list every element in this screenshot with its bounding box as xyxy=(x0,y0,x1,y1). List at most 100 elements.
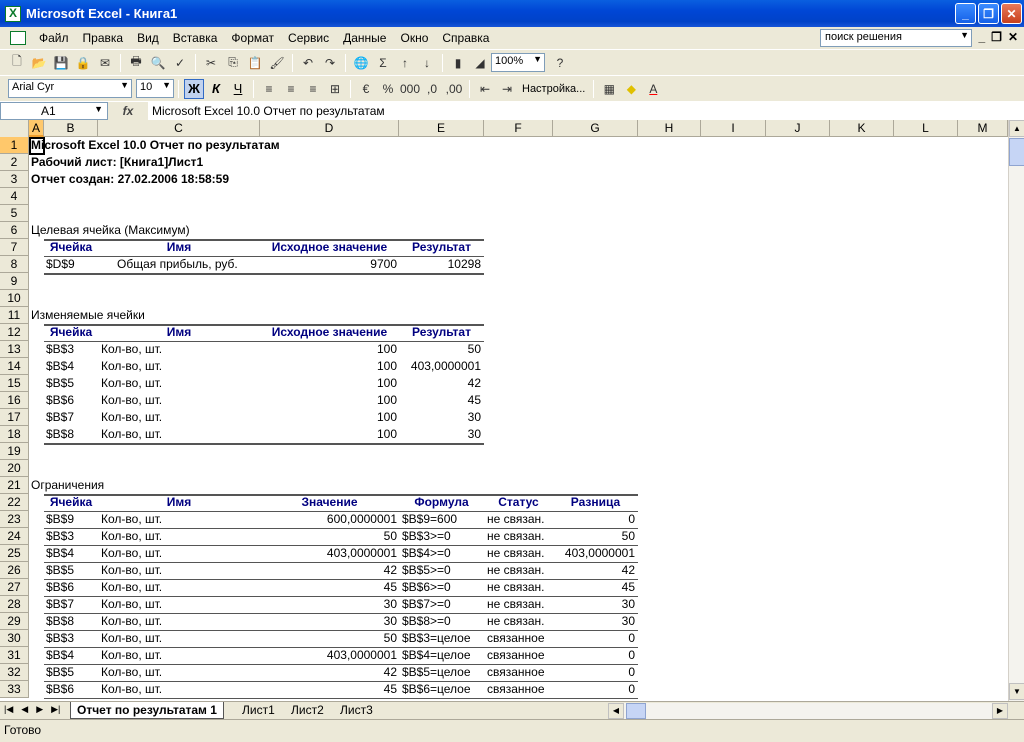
cell-ref[interactable]: $B$4 xyxy=(46,358,74,375)
constraint-value[interactable]: 30 xyxy=(260,596,397,613)
tab-sheet1[interactable]: Лист1 xyxy=(236,702,281,719)
decrease-indent-icon[interactable]: ⇤ xyxy=(476,80,494,98)
last-sheet-icon[interactable]: ▶| xyxy=(51,704,60,715)
row-header-26[interactable]: 26 xyxy=(0,562,29,579)
cell-name[interactable]: Кол-во, шт. xyxy=(101,579,162,596)
first-sheet-icon[interactable]: |◀ xyxy=(4,704,13,715)
column-label[interactable]: Разница xyxy=(553,494,638,511)
cell-name[interactable]: Кол-во, шт. xyxy=(101,392,162,409)
hyperlink-icon[interactable]: 🌐 xyxy=(352,54,370,72)
menu-insert[interactable]: Вставка xyxy=(166,31,225,45)
cell-ref[interactable]: $B$5 xyxy=(46,375,74,392)
row-header-3[interactable]: 3 xyxy=(0,171,29,188)
constraint-slack[interactable]: 45 xyxy=(553,579,635,596)
print-icon[interactable]: 🖶 xyxy=(127,54,145,72)
row-header-10[interactable]: 10 xyxy=(0,290,29,307)
row-header-14[interactable]: 14 xyxy=(0,358,29,375)
open-icon[interactable]: 📂 xyxy=(30,54,48,72)
horizontal-scrollbar[interactable]: ◀ ▶ xyxy=(608,703,1008,719)
align-left-icon[interactable]: ≡ xyxy=(260,80,278,98)
menu-format[interactable]: Формат xyxy=(224,31,281,45)
autosum-icon[interactable]: Σ xyxy=(374,54,392,72)
constraint-value[interactable]: 30 xyxy=(260,613,397,630)
column-header-m[interactable]: M xyxy=(958,120,1008,137)
section-title[interactable]: Изменяемые ячейки xyxy=(31,307,145,324)
cell-name[interactable]: Кол-во, шт. xyxy=(101,341,162,358)
constraint-slack[interactable]: 50 xyxy=(553,528,635,545)
cell-ref[interactable]: $B$7 xyxy=(46,409,74,426)
minimize-button[interactable]: _ xyxy=(955,3,976,24)
result-value[interactable]: 30 xyxy=(399,426,481,443)
bold-button[interactable]: Ж xyxy=(184,78,204,99)
constraint-value[interactable]: 50 xyxy=(260,630,397,647)
row-header-16[interactable]: 16 xyxy=(0,392,29,409)
undo-icon[interactable]: ↶ xyxy=(299,54,317,72)
cell-name[interactable]: Кол-во, шт. xyxy=(101,647,162,664)
column-header-b[interactable]: B xyxy=(44,120,98,137)
customize-button[interactable]: Настройка... xyxy=(518,83,589,95)
doc-minimize-icon[interactable]: _ xyxy=(978,30,985,44)
spreadsheet-grid[interactable]: ABCDEFGHIJKLM 1 2 3 4 5 6 7 8 9 10 11 12 13 14 15 16 17 1… xyxy=(0,120,1008,701)
row-header-21[interactable]: 21 xyxy=(0,477,29,494)
scroll-thumb[interactable] xyxy=(1009,138,1024,166)
restore-button[interactable]: ❐ xyxy=(978,3,999,24)
column-header-h[interactable]: H xyxy=(638,120,701,137)
merge-center-icon[interactable]: ⊞ xyxy=(326,80,344,98)
borders-icon[interactable]: ▦ xyxy=(600,80,618,98)
report-title[interactable]: Microsoft Excel 10.0 Отчет по результата… xyxy=(31,137,280,154)
cell-ref[interactable]: $B$8 xyxy=(46,426,74,443)
initial-value[interactable]: 100 xyxy=(260,392,397,409)
constraint-slack[interactable]: 0 xyxy=(553,630,635,647)
column-label[interactable]: Статус xyxy=(484,494,553,511)
initial-value[interactable]: 100 xyxy=(260,409,397,426)
cell-ref[interactable]: $B$8 xyxy=(46,613,74,630)
menu-data[interactable]: Данные xyxy=(336,31,393,45)
constraint-value[interactable]: 42 xyxy=(260,562,397,579)
constraint-status[interactable]: не связан. xyxy=(487,545,545,562)
copy-icon[interactable]: ⎘ xyxy=(224,54,242,72)
comma-style-icon[interactable]: 000 xyxy=(400,80,420,98)
row-header-33[interactable]: 33 xyxy=(0,681,29,698)
column-label[interactable]: Значение xyxy=(260,494,399,511)
column-header-d[interactable]: D xyxy=(260,120,399,137)
column-label[interactable]: Ячейка xyxy=(44,324,98,341)
cell-name[interactable]: Кол-во, шт. xyxy=(101,630,162,647)
constraint-slack[interactable]: 0 xyxy=(553,664,635,681)
hscroll-thumb[interactable] xyxy=(626,703,646,719)
constraint-status[interactable]: не связан. xyxy=(487,562,545,579)
cell-ref[interactable]: $B$6 xyxy=(46,681,74,698)
email-icon[interactable]: ✉ xyxy=(96,54,114,72)
tab-sheet3[interactable]: Лист3 xyxy=(334,702,379,719)
constraint-value[interactable]: 50 xyxy=(260,528,397,545)
cell-name[interactable]: Кол-во, шт. xyxy=(101,613,162,630)
cell-name[interactable]: Кол-во, шт. xyxy=(101,681,162,698)
column-label[interactable]: Формула xyxy=(399,494,484,511)
row-header-11[interactable]: 11 xyxy=(0,307,29,324)
row-header-17[interactable]: 17 xyxy=(0,409,29,426)
align-center-icon[interactable]: ≡ xyxy=(282,80,300,98)
constraint-value[interactable]: 403,0000001 xyxy=(260,545,397,562)
redo-icon[interactable]: ↷ xyxy=(321,54,339,72)
doc-restore-icon[interactable]: ❐ xyxy=(991,30,1002,44)
column-label[interactable]: Имя xyxy=(98,494,260,511)
cell-name[interactable]: Кол-во, шт. xyxy=(101,426,162,443)
drawing-icon[interactable]: ◢ xyxy=(471,54,489,72)
constraint-value[interactable]: 45 xyxy=(260,681,397,698)
initial-value[interactable]: 100 xyxy=(260,375,397,392)
decrease-decimal-icon[interactable]: ,00 xyxy=(445,80,463,98)
constraint-slack[interactable]: 0 xyxy=(553,681,635,698)
increase-indent-icon[interactable]: ⇥ xyxy=(498,80,516,98)
cell-ref[interactable]: $B$9 xyxy=(46,511,74,528)
cell-name[interactable]: Кол-во, шт. xyxy=(101,409,162,426)
row-header-23[interactable]: 23 xyxy=(0,511,29,528)
constraint-status[interactable]: не связан. xyxy=(487,579,545,596)
row-header-15[interactable]: 15 xyxy=(0,375,29,392)
menu-help[interactable]: Справка xyxy=(435,31,496,45)
row-header-1[interactable]: 1 xyxy=(0,137,29,154)
cut-icon[interactable]: ✂ xyxy=(202,54,220,72)
underline-button[interactable]: Ч xyxy=(228,79,248,99)
doc-close-icon[interactable]: ✕ xyxy=(1008,30,1018,44)
column-header-e[interactable]: E xyxy=(399,120,484,137)
column-header-i[interactable]: I xyxy=(701,120,766,137)
scroll-right-icon[interactable]: ▶ xyxy=(992,703,1008,719)
